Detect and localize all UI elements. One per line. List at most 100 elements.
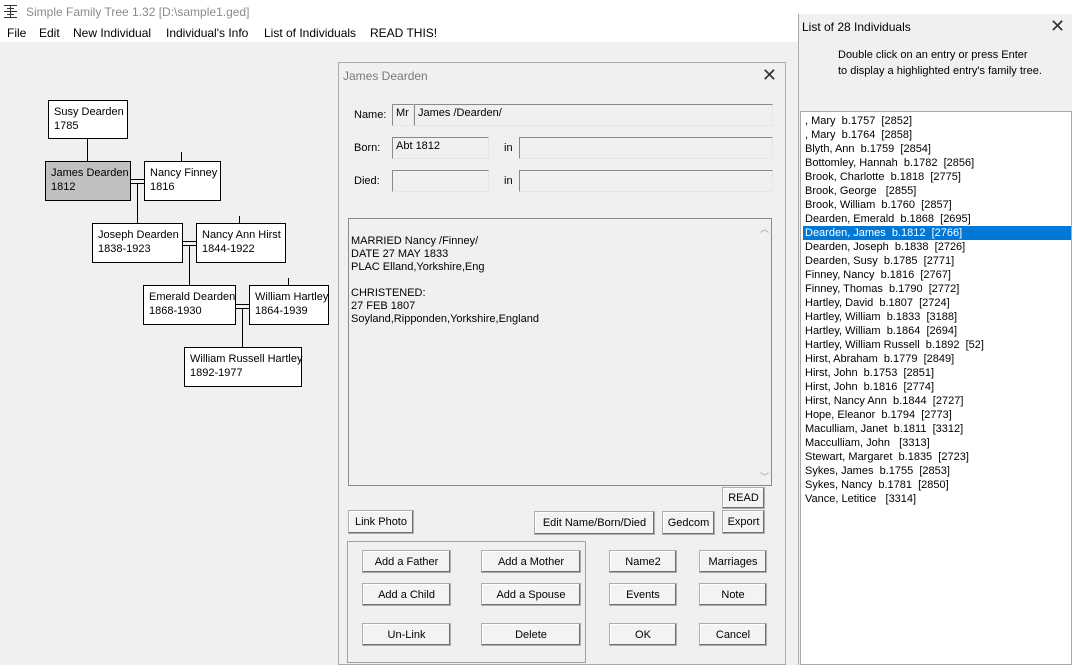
list-item[interactable]: Hirst, Nancy Ann b.1844 [2727] [803,394,1071,408]
window-title: Simple Family Tree 1.32 [D:\sample1.ged] [26,5,250,19]
person-dates: 1892-1977 [190,367,243,379]
tree-connector [87,138,88,161]
person-name: James Dearden [51,167,129,179]
menu-individuals-info[interactable]: Individual's Info [166,26,248,40]
list-item[interactable]: Stewart, Margaret b.1835 [2723] [803,450,1071,464]
person-dates: 1838-1923 [98,243,151,255]
close-icon[interactable]: ✕ [1050,16,1065,37]
born-in-label: in [504,142,513,154]
dialog-title: James Dearden [343,69,428,83]
list-item[interactable]: , Mary b.1764 [2858] [803,128,1071,142]
menu-list-of-individuals[interactable]: List of Individuals [264,26,356,40]
notes-textarea[interactable]: MARRIED Nancy /Finney/ DATE 27 MAY 1833 … [348,218,772,486]
person-name: Susy Dearden [54,106,124,118]
tree-connector [239,216,240,223]
list-item[interactable]: Maculliam, Janet b.1811 [3312] [803,422,1071,436]
list-item[interactable]: Finney, Thomas b.1790 [2772] [803,282,1071,296]
born-label: Born: [354,142,381,154]
person-card[interactable]: Nancy Ann Hirst 1844-1922 [196,223,286,263]
list-item[interactable]: Hirst, John b.1816 [2774] [803,380,1071,394]
person-card[interactable]: Susy Dearden 1785 [48,100,128,139]
person-card[interactable]: Joseph Dearden 1838-1923 [92,223,183,263]
born-place-field[interactable] [519,137,773,159]
died-date-field[interactable] [392,170,489,192]
person-card[interactable]: Emerald Dearden 1868-1930 [143,285,236,325]
menu-new-individual[interactable]: New Individual [73,26,151,40]
events-button[interactable]: Events [609,583,677,606]
name-prefix-field[interactable]: Mr [392,104,414,126]
list-item[interactable]: Macculliam, John [3313] [803,436,1071,450]
person-dates: 1816 [150,181,175,193]
list-item[interactable]: Blyth, Ann b.1759 [2854] [803,142,1071,156]
ok-button[interactable]: OK [609,623,677,646]
list-item[interactable]: Vance, Letitice [3314] [803,492,1071,506]
list-item[interactable]: Hartley, William b.1864 [2694] [803,324,1071,338]
person-card[interactable]: William Hartley 1864-1939 [249,285,329,325]
note-button[interactable]: Note [699,583,767,606]
list-item[interactable]: Hartley, David b.1807 [2724] [803,296,1071,310]
person-name: Emerald Dearden [149,291,236,303]
person-card[interactable]: Nancy Finney 1816 [144,161,221,201]
list-item[interactable]: Brook, George [2855] [803,184,1071,198]
menu-read-this[interactable]: READ THIS! [370,26,437,40]
list-item[interactable]: Bottomley, Hannah b.1782 [2856] [803,156,1071,170]
list-item[interactable]: Hartley, William b.1833 [3188] [803,310,1071,324]
list-item[interactable]: Brook, Charlotte b.1818 [2775] [803,170,1071,184]
list-item[interactable]: , Mary b.1757 [2852] [803,114,1071,128]
edit-name-born-died-button[interactable]: Edit Name/Born/Died [534,511,655,535]
born-date-field[interactable]: Abt 1812 [392,137,489,159]
gedcom-button[interactable]: Gedcom [662,511,715,535]
person-dates: 1785 [54,120,79,132]
add-mother-button[interactable]: Add a Mother [481,550,581,573]
person-name: Nancy Finney [150,167,218,179]
list-item-selected[interactable]: Dearden, James b.1812 [2766] [803,226,1071,240]
add-spouse-button[interactable]: Add a Spouse [481,583,581,606]
delete-button[interactable]: Delete [481,623,581,646]
person-name: William Russell Hartley [190,353,303,365]
list-instructions-line1: Double click on an entry or press Enter [838,49,1028,61]
close-icon[interactable]: ✕ [762,65,777,86]
name2-button[interactable]: Name2 [609,550,677,573]
scroll-up-icon[interactable]: ︿ [760,222,769,235]
person-name: William Hartley [255,291,329,303]
list-item[interactable]: Hirst, John b.1753 [2851] [803,366,1071,380]
list-item[interactable]: Brook, William b.1760 [2857] [803,198,1071,212]
list-item[interactable]: Sykes, Nancy b.1781 [2850] [803,478,1071,492]
person-dates: 1864-1939 [255,305,308,317]
unlink-button[interactable]: Un-Link [362,623,451,646]
menu-edit[interactable]: Edit [39,26,60,40]
export-button[interactable]: Export [722,510,765,534]
person-name: Nancy Ann Hirst [202,229,281,241]
list-panel-title: List of 28 Individuals [802,20,911,34]
died-place-field[interactable] [519,170,773,192]
tree-connector [288,278,289,285]
add-father-button[interactable]: Add a Father [362,550,451,573]
app-icon [4,5,17,18]
list-item[interactable]: Hartley, William Russell b.1892 [52] [803,338,1071,352]
link-photo-button[interactable]: Link Photo [348,510,414,534]
add-child-button[interactable]: Add a Child [362,583,451,606]
list-item[interactable]: Dearden, Emerald b.1868 [2695] [803,212,1071,226]
list-item[interactable]: Hope, Eleanor b.1794 [2773] [803,408,1071,422]
person-card[interactable]: William Russell Hartley 1892-1977 [184,347,302,387]
person-card-selected[interactable]: James Dearden 1812 [45,161,131,201]
person-dates: 1868-1930 [149,305,202,317]
tree-connector [189,245,190,285]
individuals-listbox[interactable]: , Mary b.1757 [2852], Mary b.1764 [2858]… [800,111,1072,665]
name-label: Name: [354,109,387,121]
list-item[interactable]: Dearden, Susy b.1785 [2771] [803,254,1071,268]
cancel-button[interactable]: Cancel [699,623,767,646]
list-item[interactable]: Dearden, Joseph b.1838 [2726] [803,240,1071,254]
person-name: Joseph Dearden [98,229,179,241]
menu-file[interactable]: File [7,26,26,40]
scroll-down-icon[interactable]: ﹀ [760,470,769,483]
person-dates: 1812 [51,181,76,193]
list-instructions-line2: to display a highlighted entry's family … [838,65,1042,77]
read-button[interactable]: READ [722,487,765,509]
name-field[interactable]: James /Dearden/ [414,104,773,126]
list-item[interactable]: Finney, Nancy b.1816 [2767] [803,268,1071,282]
list-item[interactable]: Sykes, James b.1755 [2853] [803,464,1071,478]
marriages-button[interactable]: Marriages [699,550,767,573]
person-dates: 1844-1922 [202,243,255,255]
list-item[interactable]: Hirst, Abraham b.1779 [2849] [803,352,1071,366]
